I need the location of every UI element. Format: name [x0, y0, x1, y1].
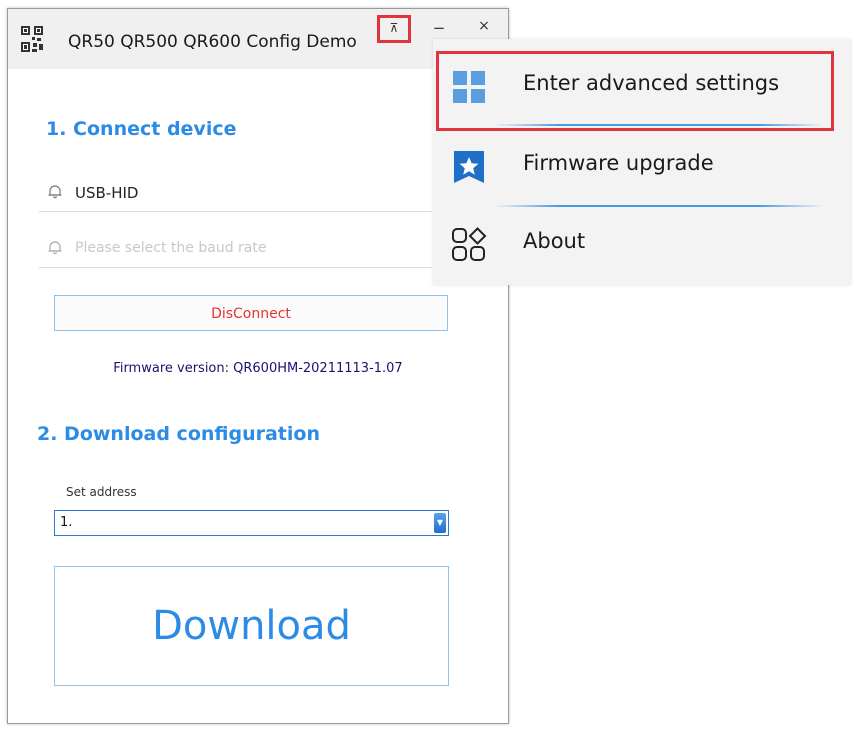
shapes-icon [452, 227, 487, 261]
firmware-version-label: Firmware version: QR600HM-20211113-1.07 [113, 361, 403, 376]
interface-selector[interactable]: USB-HID [39, 171, 432, 212]
menu-item-about[interactable]: About [433, 209, 851, 289]
disconnect-button[interactable]: DisConnect [54, 295, 448, 331]
menu-item-advanced-settings[interactable]: Enter advanced settings [433, 51, 851, 131]
address-value: 1. [60, 515, 73, 530]
interface-value: USB-HID [75, 184, 139, 202]
bell-icon [48, 241, 62, 255]
qr-app-icon [21, 26, 43, 52]
menu-separator [494, 205, 824, 207]
set-address-label: Set address [66, 485, 137, 499]
baud-rate-selector[interactable]: Please select the baud rate [39, 227, 432, 268]
dropdown-arrow-icon[interactable]: ▼ [434, 513, 446, 533]
window-title: QR50 QR500 QR600 Config Demo [68, 32, 357, 52]
download-configuration-heading: 2. Download configuration [37, 423, 320, 445]
bell-icon [48, 185, 62, 199]
address-select[interactable]: 1. ▼ [54, 510, 449, 536]
menu-item-firmware-upgrade[interactable]: Firmware upgrade [433, 131, 851, 211]
dropdown-menu: Enter advanced settings Firmware upgrade… [433, 39, 851, 285]
menu-item-label: About [523, 229, 586, 253]
star-icon [454, 151, 484, 183]
baud-rate-placeholder: Please select the baud rate [75, 240, 267, 256]
grid-icon [453, 71, 485, 103]
menu-item-label: Enter advanced settings [523, 71, 780, 95]
close-button[interactable]: × [475, 18, 493, 36]
minimize-button[interactable]: − [429, 19, 449, 37]
connect-device-heading: 1. Connect device [46, 118, 237, 140]
menu-separator [494, 124, 824, 126]
pin-button[interactable]: ⊼ [377, 15, 411, 43]
menu-item-label: Firmware upgrade [523, 151, 714, 175]
download-button[interactable]: Download [54, 566, 449, 686]
